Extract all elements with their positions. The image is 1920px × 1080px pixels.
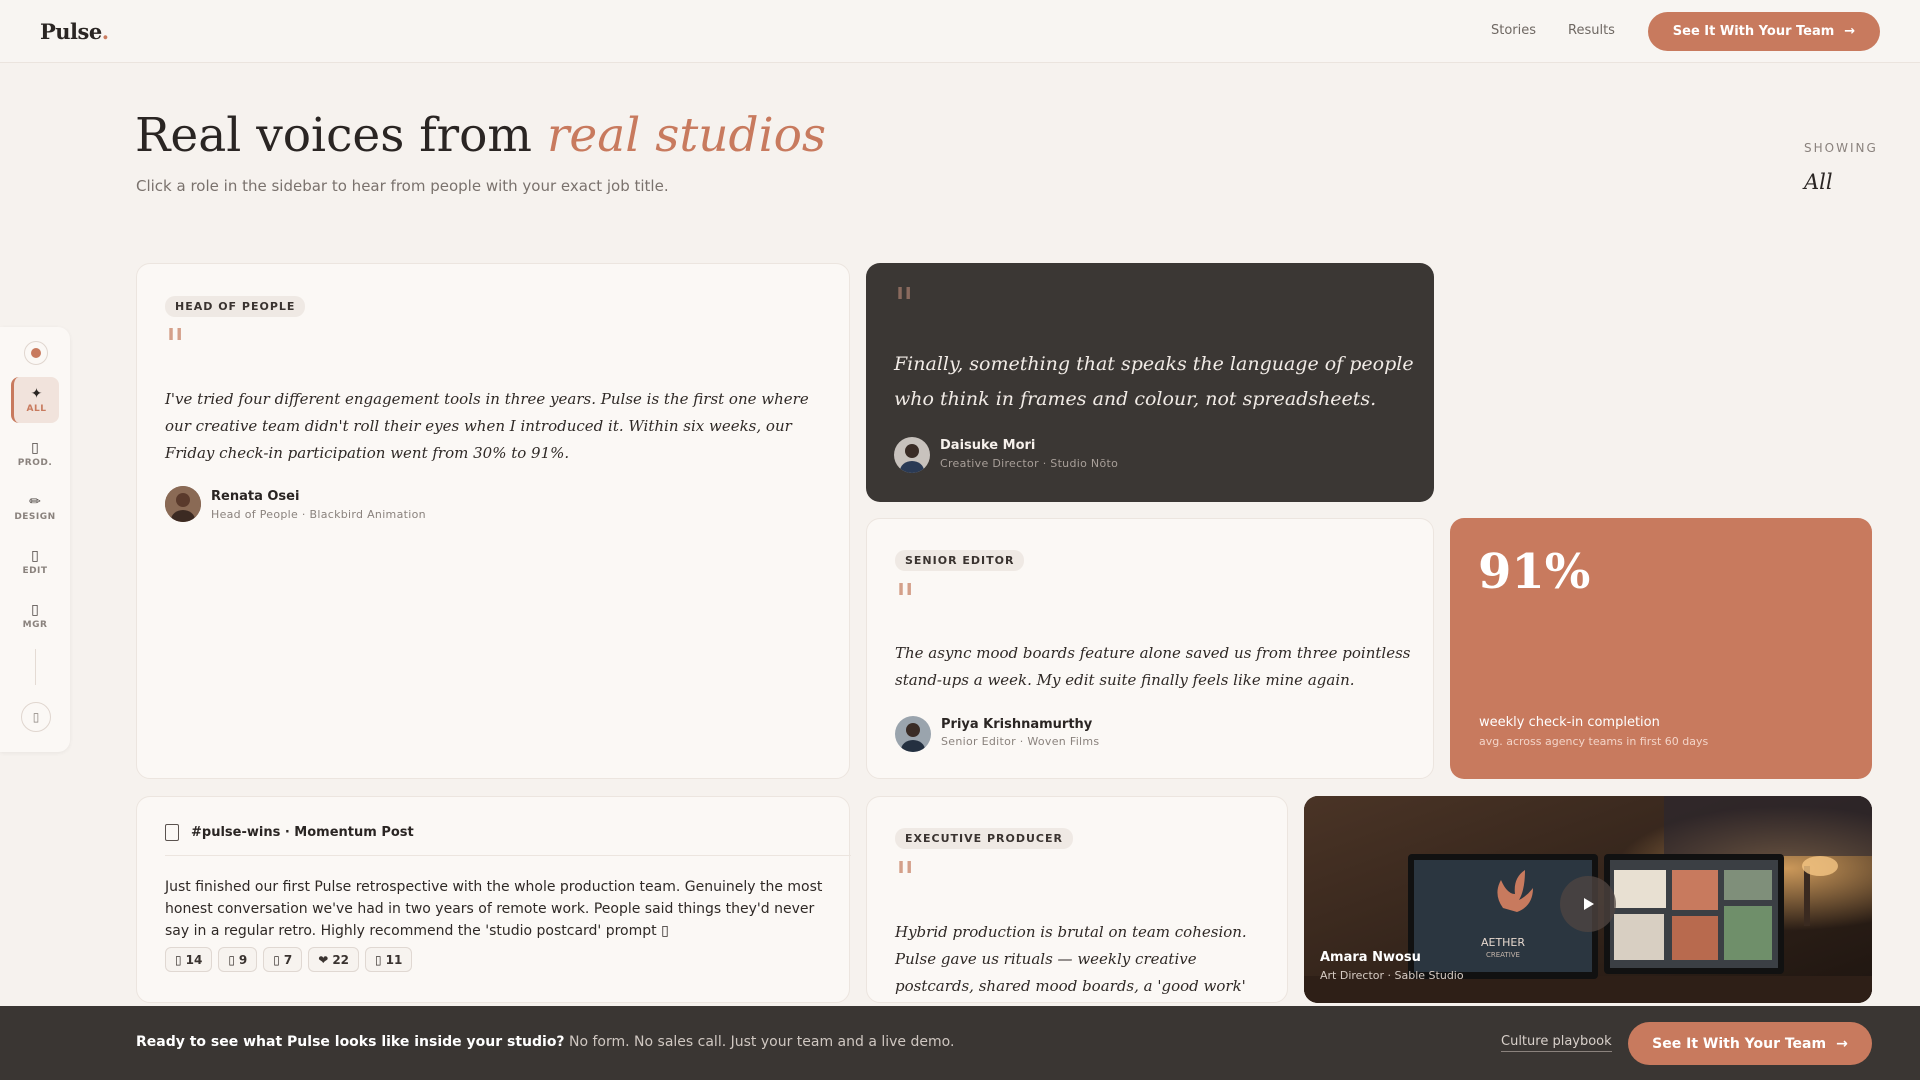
- stat-subtext: avg. across agency teams in first 60 day…: [1479, 735, 1709, 748]
- testimonial-quote: Finally, something that speaks the langu…: [894, 353, 1414, 410]
- reaction-count: 11: [385, 952, 403, 967]
- sidebar-item-label: ALL: [26, 403, 47, 414]
- testimonial-card-senior-editor: SENIOR EDITOR " The async mood boards fe…: [866, 518, 1434, 779]
- reaction-count: 7: [283, 952, 293, 967]
- person-role: Head of People · Blackbird Animation: [211, 508, 426, 521]
- person-role: Creative Director · Studio Nōto: [940, 457, 1119, 470]
- person-role: Senior Editor · Woven Films: [941, 735, 1100, 748]
- bottom-cta-bar: Ready to see what Pulse looks like insid…: [0, 1006, 1920, 1080]
- title-accent: real studios: [546, 108, 827, 163]
- avatar: [895, 716, 931, 752]
- testimonial-quote: Hybrid production is brutal on team cohe…: [895, 923, 1247, 995]
- showing-value: All: [1804, 170, 1833, 194]
- sidebar-item-mgr[interactable]: ▯ MGR: [11, 593, 59, 639]
- role-badge: EXECUTIVE PRODUCER: [895, 828, 1073, 849]
- sidebar-item-label: PROD.: [17, 457, 53, 468]
- reaction-chip[interactable]: ❤ 22: [308, 947, 360, 972]
- sidebar-item-label: DESIGN: [14, 511, 56, 522]
- sidebar-item-label: MGR: [22, 619, 48, 630]
- testimonial-quote: The async mood boards feature alone save…: [895, 644, 1411, 689]
- testimonial-card-creative-director: " Finally, something that speaks the lan…: [866, 263, 1434, 502]
- quote-mark-icon: ": [895, 575, 916, 626]
- reaction-chip[interactable]: ▯ 7: [263, 947, 303, 972]
- testimonial-card-head-of-people: HEAD OF PEOPLE " I've tried four differe…: [136, 263, 850, 779]
- nav-link-stories[interactable]: Stories: [1491, 23, 1536, 38]
- post-title: #pulse-wins · Momentum Post: [191, 825, 414, 840]
- title-plain: Real voices from: [135, 108, 532, 163]
- reaction-icon: ▯: [175, 952, 182, 967]
- momentum-post-card: #pulse-wins · Momentum Post Just finishe…: [136, 796, 851, 1003]
- sidebar-item-label: EDIT: [22, 565, 48, 576]
- clapperboard-icon: ▯: [31, 439, 39, 456]
- post-divider: [165, 855, 851, 856]
- document-icon: [165, 824, 179, 841]
- person-name: Renata Osei: [211, 489, 300, 504]
- arrow-right-icon: →: [1844, 24, 1856, 39]
- sidebar-item-all[interactable]: ✦ ALL: [11, 377, 59, 423]
- logo[interactable]: Pulse.: [40, 19, 109, 44]
- arrow-right-icon: →: [1836, 1035, 1848, 1052]
- briefcase-icon: ▯: [31, 601, 39, 618]
- nav-link-results[interactable]: Results: [1568, 23, 1615, 38]
- bottom-cta-text: Ready to see what Pulse looks like insid…: [136, 1034, 954, 1050]
- reaction-icon: ▯: [375, 952, 382, 967]
- play-icon: [1584, 898, 1594, 910]
- culture-playbook-link[interactable]: Culture playbook: [1501, 1034, 1612, 1052]
- reaction-chip[interactable]: ▯ 11: [365, 947, 413, 972]
- post-body: Just finished our first Pulse retrospect…: [165, 879, 823, 939]
- sidebar-item-edit[interactable]: ▯ EDIT: [11, 539, 59, 585]
- reaction-count: 9: [238, 952, 248, 967]
- aether-brand-top: AETHER: [1481, 936, 1525, 949]
- reaction-bar: ▯ 14 ▯ 9 ▯ 7 ❤ 22 ▯ 11: [165, 947, 413, 972]
- avatar: [894, 437, 930, 473]
- person-name: Priya Krishnamurthy: [941, 717, 1093, 732]
- scissors-icon: ▯: [31, 547, 39, 564]
- avatar: [165, 486, 201, 522]
- page-title: Real voices from real studios: [135, 108, 826, 163]
- video-person-name: Amara Nwosu: [1320, 950, 1421, 965]
- sparkle-icon: ✦: [30, 385, 43, 402]
- top-nav: Pulse. Stories Results See It With Your …: [0, 0, 1920, 63]
- pencil-icon: ✏: [29, 493, 41, 510]
- reaction-icon: ▯: [273, 952, 280, 967]
- testimonial-quote: I've tried four different engagement too…: [165, 390, 809, 462]
- sidebar-settings-icon[interactable]: ▯: [21, 702, 51, 732]
- cta-label: See It With Your Team: [1652, 1035, 1827, 1052]
- sidebar-item-design[interactable]: ✏ DESIGN: [11, 485, 59, 531]
- play-button[interactable]: [1560, 876, 1616, 932]
- quote-mark-icon: ": [894, 279, 915, 330]
- record-icon[interactable]: [24, 341, 48, 365]
- see-it-with-your-team-button[interactable]: See It With Your Team →: [1648, 12, 1880, 51]
- person-name: Daisuke Mori: [940, 438, 1036, 453]
- role-badge: SENIOR EDITOR: [895, 550, 1025, 571]
- sidebar-item-prod[interactable]: ▯ PROD.: [11, 431, 59, 477]
- quote-mark-icon: ": [165, 320, 186, 371]
- reaction-icon: ▯: [228, 952, 235, 967]
- reaction-chip[interactable]: ▯ 14: [165, 947, 213, 972]
- reaction-chip[interactable]: ▯ 9: [218, 947, 258, 972]
- video-person-role: Art Director · Sable Studio: [1320, 969, 1464, 982]
- see-it-with-your-team-bottom-button[interactable]: See It With Your Team →: [1628, 1022, 1872, 1065]
- reaction-count: 14: [185, 952, 203, 967]
- role-badge: HEAD OF PEOPLE: [165, 296, 306, 317]
- cta-label: See It With Your Team: [1672, 24, 1835, 39]
- reaction-count: 22: [332, 952, 350, 967]
- stat-label: weekly check-in completion: [1479, 715, 1660, 730]
- aether-brand-bottom: CREATIVE: [1486, 951, 1520, 959]
- sidebar-divider: [35, 649, 36, 685]
- role-sidebar: ✦ ALL ▯ PROD. ✏ DESIGN ▯ EDIT ▯ MGR ▯: [0, 327, 70, 752]
- bottom-cta-lead: Ready to see what Pulse looks like insid…: [136, 1034, 565, 1050]
- testimonial-card-executive-producer: EXECUTIVE PRODUCER " Hybrid production i…: [866, 796, 1288, 1003]
- stat-card: 91% weekly check-in completion avg. acro…: [1450, 518, 1872, 779]
- video-testimonial-card[interactable]: AETHER CREATIVE Amara Nwosu Art Director…: [1304, 796, 1872, 1003]
- heart-icon: ❤: [318, 952, 329, 967]
- showing-label: SHOWING: [1804, 141, 1878, 155]
- quote-mark-icon: ": [895, 853, 916, 904]
- page-subtitle: Click a role in the sidebar to hear from…: [136, 177, 669, 195]
- stat-value: 91%: [1478, 544, 1591, 600]
- bottom-cta-rest: No form. No sales call. Just your team a…: [564, 1034, 955, 1050]
